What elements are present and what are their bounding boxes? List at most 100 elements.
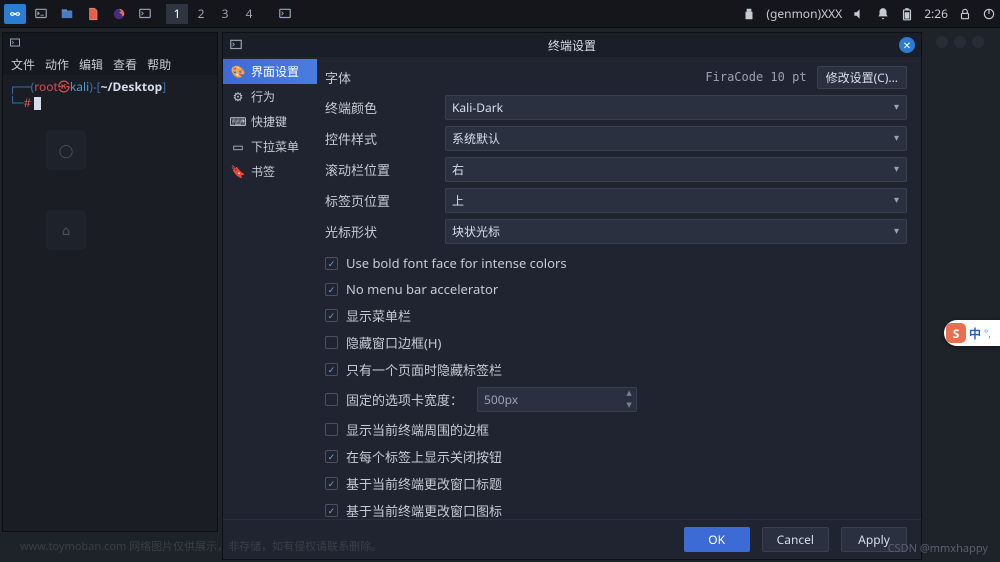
task-terminal-icon[interactable] [274,4,296,24]
clock-text[interactable]: 2:26 [924,5,948,22]
check-row-8: 基于当前终端更改窗口标题 [325,470,907,497]
files-launcher-icon[interactable] [56,4,78,24]
check-label: 基于当前终端更改窗口标题 [346,474,502,493]
widget-select[interactable]: 系统默认 [445,126,907,151]
check-label: Use bold font face for intense colors [346,254,567,272]
checkbox[interactable] [325,423,338,436]
genmon-text[interactable]: (genmon)XXX [766,5,842,22]
check-label: 在每个标签上显示关闭按钮 [346,447,502,466]
font-value: FiraCode 10 pt [445,70,817,84]
checkbox[interactable] [325,336,338,349]
checkbox[interactable] [325,393,338,406]
workspace-4[interactable]: 4 [238,4,260,24]
menu-actions[interactable]: 动作 [45,56,69,73]
terminal2-launcher-icon[interactable] [134,4,156,24]
font-change-button[interactable]: 修改设置(C)... [817,66,907,89]
cancel-button[interactable]: Cancel [762,527,829,552]
settings-content: 字体 FiraCode 10 pt 修改设置(C)... 终端颜色Kali-Da… [317,57,921,519]
menu-view[interactable]: 查看 [113,56,137,73]
checkbox[interactable] [325,363,338,376]
check-label: 基于当前终端更改窗口图标 [346,501,502,519]
workspace-2[interactable]: 2 [190,4,212,24]
check-label: 显示菜单栏 [346,306,411,325]
faded-footer: www.toymoban.com 网络图片仅供展示，非存储，如有侵权请联系删除。 [20,538,382,554]
panel-right: (genmon)XXX 2:26 [742,5,996,22]
sidebar-label: 下拉菜单 [251,138,299,155]
top-panel: 1 2 3 4 (genmon)XXX 2:26 [0,0,1000,28]
sidebar-label: 书签 [251,163,275,180]
watermark: CSDN @mmxhappy [888,541,988,556]
notification-icon[interactable] [876,7,890,21]
workspace-1[interactable]: 1 [166,4,188,24]
sidebar-item-behavior[interactable]: ⚙ 行为 [223,84,317,109]
power-icon[interactable] [982,7,996,21]
sidebar-label: 行为 [251,88,275,105]
palette-icon: 🎨 [231,65,245,79]
terminal-titlebar[interactable] [3,33,217,53]
check-label: No menu bar accelerator [346,280,498,298]
checkbox[interactable] [325,504,338,517]
behavior-icon: ⚙ [231,90,245,104]
checkbox[interactable] [325,450,338,463]
check-row-4: 只有一个页面时隐藏标签栏 [325,356,907,383]
usb-icon[interactable] [742,7,756,21]
tab-select[interactable]: 上 [445,188,907,213]
cursor-label: 光标形状 [325,222,445,241]
bookmark-icon: 🔖 [231,165,245,179]
ime-comma-icon: °, [984,326,991,340]
sidebar-item-appearance[interactable]: 🎨界面设置 [223,59,317,84]
bg-window-controls [936,36,984,48]
menu-edit[interactable]: 编辑 [79,56,103,73]
terminal-icon [9,37,21,49]
ime-indicator[interactable]: S 中 °, [944,320,1000,346]
checkbox[interactable] [325,309,338,322]
check-row-6: 显示当前终端周围的边框 [325,416,907,443]
ime-mode: 中 [969,325,981,342]
ime-badge-icon: S [946,323,966,343]
tab-width-spinner[interactable] [477,387,637,412]
keyboard-icon: ⌨ [231,115,245,129]
terminal-window: 文件 动作 编辑 查看 帮助 ┌──(root㉿kali)-[~/Desktop… [2,32,218,532]
dialog-titlebar[interactable]: 终端设置 ✕ [223,33,921,57]
menu-help[interactable]: 帮助 [147,56,171,73]
cursor [34,97,41,110]
menu-file[interactable]: 文件 [11,56,35,73]
workspace-3[interactable]: 3 [214,4,236,24]
close-button[interactable]: ✕ [899,37,915,53]
ok-button[interactable]: OK [684,527,750,552]
check-row-5: 固定的选项卡宽度：▲▼ [325,383,907,416]
firefox-launcher-icon[interactable] [108,4,130,24]
lock-icon[interactable] [958,7,972,21]
color-select[interactable]: Kali-Dark [445,95,907,120]
check-row-7: 在每个标签上显示关闭按钮 [325,443,907,470]
widget-label: 控件样式 [325,129,445,148]
desktop-icon-1[interactable]: ◯ [36,130,96,174]
terminal-body[interactable]: ┌──(root㉿kali)-[~/Desktop] └─# [3,75,217,115]
settings-sidebar: 🎨界面设置 ⚙ 行为 ⌨快捷键 ▭ 下拉菜单 🔖 书签 [223,57,317,519]
checkbox[interactable] [325,257,338,270]
color-label: 终端颜色 [325,98,445,117]
dropdown-icon: ▭ [231,140,245,154]
check-row-3: 隐藏窗口边框(H) [325,329,907,356]
battery-icon[interactable] [900,7,914,21]
scroll-select[interactable]: 右 [445,157,907,182]
dialog-title: 终端设置 [548,37,596,54]
app-menu-icon[interactable] [4,4,26,24]
check-row-9: 基于当前终端更改窗口图标 [325,497,907,519]
workspace-switcher: 1 2 3 4 [166,4,260,24]
desktop-icon-2[interactable]: ⌂ [36,210,96,254]
cursor-select[interactable]: 块状光标 [445,219,907,244]
sidebar-item-shortcuts[interactable]: ⌨快捷键 [223,109,317,134]
sidebar-item-dropdown[interactable]: ▭ 下拉菜单 [223,134,317,159]
check-row-0: Use bold font face for intense colors [325,250,907,276]
font-label: 字体 [325,68,445,87]
terminal-launcher-icon[interactable] [30,4,52,24]
editor-launcher-icon[interactable] [82,4,104,24]
check-label: 显示当前终端周围的边框 [346,420,489,439]
checkbox[interactable] [325,283,338,296]
checkbox[interactable] [325,477,338,490]
check-label: 固定的选项卡宽度： [346,390,463,409]
sidebar-item-bookmarks[interactable]: 🔖 书签 [223,159,317,184]
panel-left: 1 2 3 4 [4,4,296,24]
audio-icon[interactable] [852,7,866,21]
